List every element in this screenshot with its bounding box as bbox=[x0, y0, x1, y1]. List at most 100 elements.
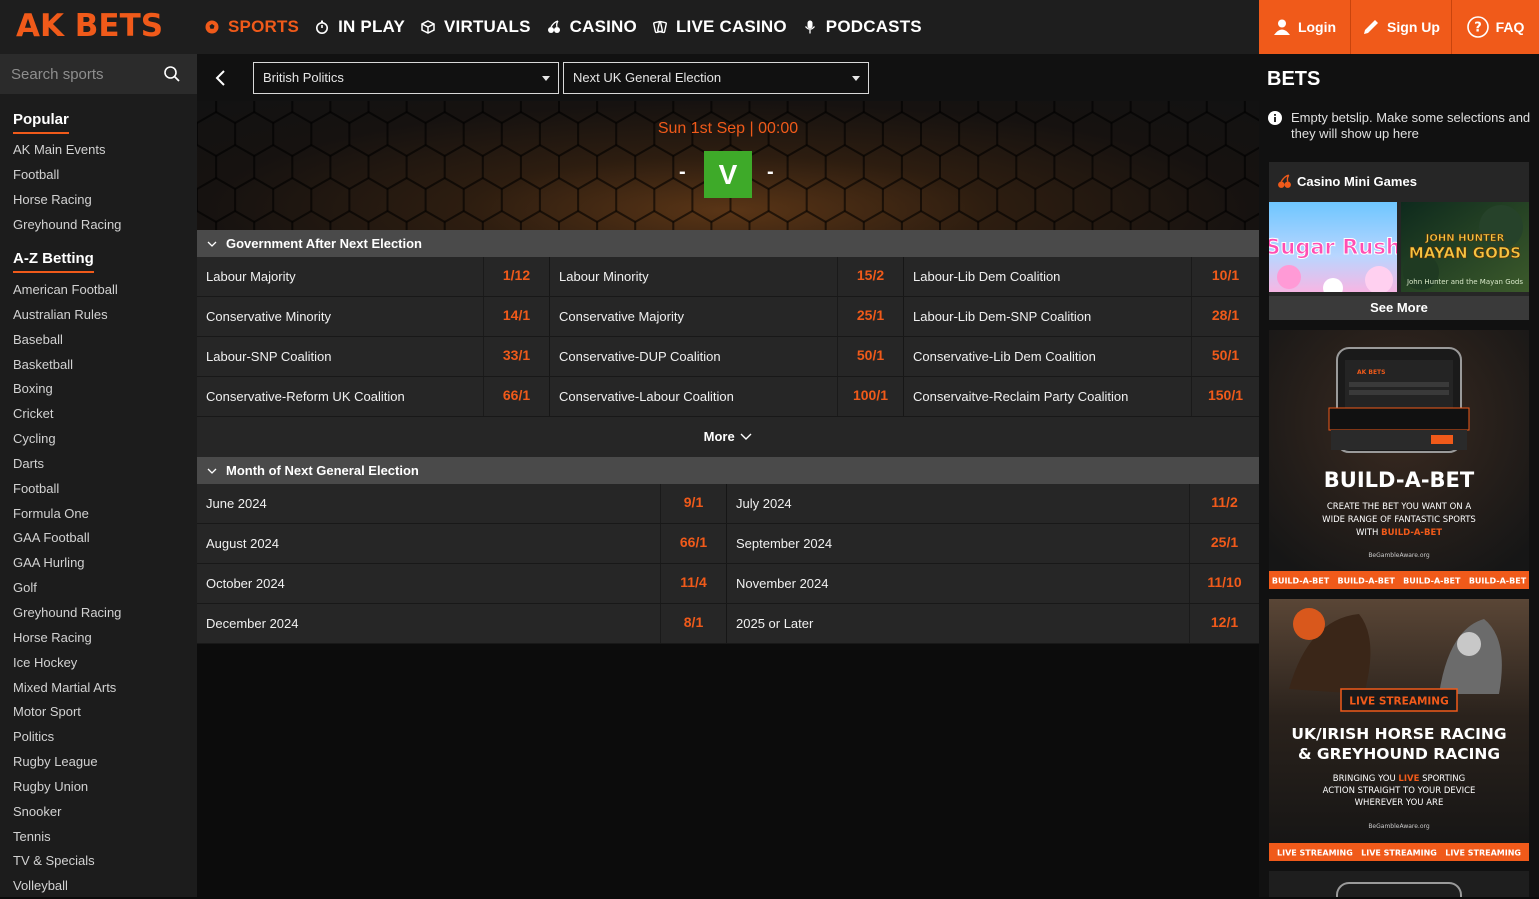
sidebar-item[interactable]: Mixed Martial Arts bbox=[13, 676, 121, 701]
odds-button[interactable]: 50/1 bbox=[837, 337, 903, 376]
odds-button[interactable]: 100/1 bbox=[837, 377, 903, 416]
nav-live-casino[interactable]: LIVE CASINO bbox=[652, 17, 787, 37]
selection[interactable]: Labour-Lib Dem-SNP Coalition 28/1 bbox=[904, 297, 1259, 336]
selection[interactable]: Labour-Lib Dem Coalition 10/1 bbox=[904, 257, 1259, 296]
odds-button[interactable]: 66/1 bbox=[660, 524, 726, 563]
sidebar-item[interactable]: Snooker bbox=[13, 800, 121, 825]
sidebar-item[interactable]: Football bbox=[13, 163, 121, 188]
selection[interactable]: November 2024 11/10 bbox=[727, 564, 1259, 603]
sign-up-button[interactable]: Sign Up bbox=[1351, 0, 1452, 54]
selection[interactable]: October 2024 11/4 bbox=[197, 564, 726, 603]
sidebar-item[interactable]: Cycling bbox=[13, 427, 121, 452]
odds-button[interactable]: 150/1 bbox=[1191, 377, 1259, 416]
sidebar-item[interactable]: Cricket bbox=[13, 402, 121, 427]
sidebar-item[interactable]: Basketball bbox=[13, 353, 121, 378]
sidebar-item[interactable]: Ice Hockey bbox=[13, 651, 121, 676]
selection[interactable]: Labour-SNP Coalition 33/1 bbox=[197, 337, 549, 376]
sidebar-item[interactable]: AK Main Events bbox=[13, 138, 121, 163]
nav-virtuals[interactable]: VIRTUALS bbox=[421, 17, 531, 37]
sidebar-item[interactable]: Baseball bbox=[13, 328, 121, 353]
sidebar-item[interactable]: Australian Rules bbox=[13, 303, 121, 328]
sidebar-item[interactable]: Greyhound Racing bbox=[13, 601, 121, 626]
nav-in-play[interactable]: IN PLAY bbox=[315, 17, 405, 37]
selection[interactable]: Conservative-DUP Coalition 50/1 bbox=[550, 337, 903, 376]
selection[interactable]: December 2024 8/1 bbox=[197, 604, 726, 643]
sidebar-item[interactable]: GAA Football bbox=[13, 526, 121, 551]
faq-button[interactable]: ? FAQ bbox=[1452, 0, 1539, 54]
sidebar-item[interactable]: Horse Racing bbox=[13, 188, 121, 213]
logo[interactable]: AK BETS bbox=[16, 8, 163, 44]
sidebar-item[interactable]: Volleyball bbox=[13, 874, 121, 899]
search-input[interactable] bbox=[0, 54, 160, 94]
odds-button[interactable]: 1/12 bbox=[483, 257, 549, 296]
category-dropdown[interactable]: British Politics bbox=[253, 62, 559, 94]
selection[interactable]: September 2024 25/1 bbox=[727, 524, 1259, 563]
next-promo-banner[interactable] bbox=[1269, 871, 1529, 897]
odds-button[interactable]: 11/2 bbox=[1189, 484, 1259, 523]
game-tile-sugar-rush[interactable]: Sugar Rush bbox=[1269, 202, 1397, 292]
game-tile-mayan-gods[interactable]: JOHN HUNTER MAYAN GODS John Hunter and t… bbox=[1401, 202, 1529, 292]
svg-text:JOHN HUNTER: JOHN HUNTER bbox=[1425, 233, 1505, 244]
hexagon-shape bbox=[1167, 209, 1208, 230]
selection[interactable]: Conservative Majority 25/1 bbox=[550, 297, 903, 336]
market-header-month[interactable]: Month of Next General Election bbox=[197, 457, 1259, 484]
hexagon-shape bbox=[197, 209, 218, 230]
sidebar-item[interactable]: Rugby League bbox=[13, 750, 121, 775]
column-divider bbox=[549, 297, 550, 336]
selection[interactable]: Conservaitve-Reclaim Party Coalition 150/… bbox=[904, 377, 1259, 416]
see-more-button[interactable]: See More bbox=[1269, 296, 1529, 320]
selection[interactable]: 2025 or Later 12/1 bbox=[727, 604, 1259, 643]
selection[interactable]: Conservative-Lib Dem Coalition 50/1 bbox=[904, 337, 1259, 376]
sidebar-item[interactable]: Darts bbox=[13, 452, 121, 477]
sidebar-item[interactable]: Football bbox=[13, 477, 121, 502]
selection[interactable]: Labour Minority 15/2 bbox=[550, 257, 903, 296]
selection[interactable]: June 2024 9/1 bbox=[197, 484, 726, 523]
odds-button[interactable]: 8/1 bbox=[660, 604, 726, 643]
sidebar-item[interactable]: Politics bbox=[13, 725, 121, 750]
odds-button[interactable]: 25/1 bbox=[1189, 524, 1259, 563]
sidebar-item[interactable]: Rugby Union bbox=[13, 775, 121, 800]
odds-button[interactable]: 11/10 bbox=[1189, 564, 1259, 603]
sidebar-item[interactable]: TV & Specials bbox=[13, 849, 121, 874]
sidebar-item[interactable]: Motor Sport bbox=[13, 700, 121, 725]
odds-button[interactable]: 28/1 bbox=[1191, 297, 1259, 336]
odds-button[interactable]: 11/4 bbox=[660, 564, 726, 603]
odds-button[interactable]: 25/1 bbox=[837, 297, 903, 336]
selection-row: Labour-SNP Coalition 33/1 Conservative-DUP… bbox=[197, 337, 1259, 377]
odds-button[interactable]: 10/1 bbox=[1191, 257, 1259, 296]
search-icon[interactable] bbox=[163, 65, 181, 83]
odds-button[interactable]: 12/1 bbox=[1189, 604, 1259, 643]
nav-sports[interactable]: SPORTS bbox=[205, 17, 299, 37]
odds-button[interactable]: 50/1 bbox=[1191, 337, 1259, 376]
sidebar-item[interactable]: Greyhound Racing bbox=[13, 213, 121, 238]
sidebar-item[interactable]: Tennis bbox=[13, 825, 121, 850]
login-button[interactable]: Login bbox=[1259, 0, 1351, 54]
selection[interactable]: Conservative Minority 14/1 bbox=[197, 297, 549, 336]
selection[interactable]: Conservative-Labour Coalition 100/1 bbox=[550, 377, 903, 416]
selection[interactable]: Labour Majority 1/12 bbox=[197, 257, 549, 296]
odds-button[interactable]: 66/1 bbox=[483, 377, 549, 416]
build-a-bet-banner[interactable]: AK BETS BUILD-A-BET CREATE THE BET YOU W… bbox=[1269, 330, 1529, 589]
column-divider bbox=[726, 604, 727, 643]
event-dropdown[interactable]: Next UK General Election bbox=[563, 62, 869, 94]
back-arrow-icon[interactable] bbox=[211, 66, 231, 90]
sidebar-item[interactable]: Formula One bbox=[13, 502, 121, 527]
live-streaming-banner[interactable]: LIVE STREAMING UK/IRISH HORSE RACING & G… bbox=[1269, 599, 1529, 861]
selection[interactable]: Conservative-Reform UK Coalition 66/1 bbox=[197, 377, 549, 416]
odds-button[interactable]: 9/1 bbox=[660, 484, 726, 523]
selection[interactable]: August 2024 66/1 bbox=[197, 524, 726, 563]
nav-casino[interactable]: CASINO bbox=[547, 17, 637, 37]
sidebar-item[interactable]: Boxing bbox=[13, 377, 121, 402]
sidebar-item[interactable]: Horse Racing bbox=[13, 626, 121, 651]
odds-button[interactable]: 14/1 bbox=[483, 297, 549, 336]
selection[interactable]: July 2024 11/2 bbox=[727, 484, 1259, 523]
nav-podcasts[interactable]: PODCASTS bbox=[803, 17, 922, 37]
odds-button[interactable]: 15/2 bbox=[837, 257, 903, 296]
market-header-government[interactable]: Government After Next Election bbox=[197, 230, 1259, 257]
sidebar-item[interactable]: American Football bbox=[13, 278, 121, 303]
odds-button[interactable]: 33/1 bbox=[483, 337, 549, 376]
more-button[interactable]: More bbox=[197, 417, 1259, 457]
popular-list: AK Main Events Football Horse Racing Greyho… bbox=[13, 138, 121, 237]
sidebar-item[interactable]: GAA Hurling bbox=[13, 551, 121, 576]
sidebar-item[interactable]: Golf bbox=[13, 576, 121, 601]
